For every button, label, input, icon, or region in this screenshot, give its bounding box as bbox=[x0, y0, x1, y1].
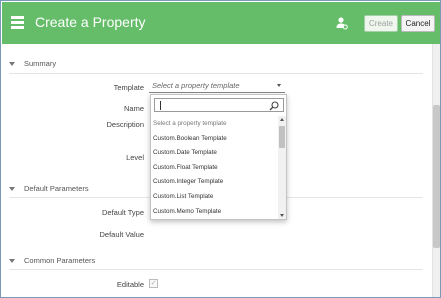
template-dropdown: Select a property template Custom.Boolea… bbox=[150, 94, 287, 220]
divider bbox=[9, 269, 423, 270]
dropdown-item[interactable]: Custom.List Template bbox=[151, 190, 278, 205]
dropdown-item[interactable]: Custom.Memo Template bbox=[151, 205, 278, 219]
divider bbox=[9, 73, 423, 74]
template-select-value: Select a property template bbox=[152, 81, 240, 90]
section-summary-label: Summary bbox=[24, 59, 57, 68]
editable-label: Editable bbox=[116, 280, 144, 289]
search-icon bbox=[269, 101, 279, 111]
collapse-triangle-icon bbox=[9, 187, 15, 192]
section-common-parameters-label: Common Parameters bbox=[24, 256, 96, 265]
dropdown-scrollbar[interactable] bbox=[278, 116, 286, 219]
user-settings-icon[interactable] bbox=[336, 16, 348, 30]
dropdown-search-input[interactable] bbox=[154, 98, 284, 112]
name-label: Name bbox=[123, 104, 144, 113]
dropdown-item[interactable]: Custom.Float Template bbox=[151, 161, 278, 176]
page-scrollbar-thumb[interactable] bbox=[433, 105, 440, 248]
header-bar: Create a Property Create Cancel bbox=[2, 2, 440, 44]
dropdown-scrollbar-thumb[interactable] bbox=[279, 126, 285, 148]
default-value-label: Default Value bbox=[99, 230, 144, 239]
section-default-parameters-label: Default Parameters bbox=[24, 184, 89, 193]
list-icon bbox=[11, 16, 24, 29]
page-title: Create a Property bbox=[35, 14, 146, 30]
chevron-down-icon bbox=[277, 84, 281, 87]
editable-checkbox[interactable]: ✓ bbox=[149, 279, 158, 288]
section-common-parameters[interactable]: Common Parameters bbox=[9, 256, 95, 265]
dropdown-item[interactable]: Custom.Date Template bbox=[151, 146, 278, 161]
collapse-triangle-icon bbox=[9, 62, 15, 67]
collapse-triangle-icon bbox=[9, 259, 15, 264]
create-button[interactable]: Create bbox=[364, 15, 398, 32]
section-summary[interactable]: Summary bbox=[9, 59, 56, 68]
scroll-down-icon[interactable] bbox=[280, 214, 284, 217]
level-label: Level bbox=[126, 153, 144, 162]
dropdown-item[interactable]: Select a property template bbox=[151, 117, 278, 132]
text-caret bbox=[160, 101, 161, 110]
scroll-up-icon[interactable] bbox=[280, 118, 284, 121]
default-type-label: Default Type bbox=[102, 208, 144, 217]
section-default-parameters[interactable]: Default Parameters bbox=[9, 184, 89, 193]
template-select[interactable]: Select a property template bbox=[149, 80, 285, 93]
dropdown-item[interactable]: Custom.Boolean Template bbox=[151, 132, 278, 147]
dialog-frame: Create a Property Create Cancel Summary … bbox=[0, 0, 441, 298]
description-label: Description bbox=[106, 120, 144, 129]
dropdown-list: Select a property template Custom.Boolea… bbox=[151, 117, 278, 219]
template-label: Template bbox=[113, 83, 144, 92]
cancel-button[interactable]: Cancel bbox=[401, 15, 435, 32]
dropdown-item[interactable]: Custom.Integer Template bbox=[151, 175, 278, 190]
